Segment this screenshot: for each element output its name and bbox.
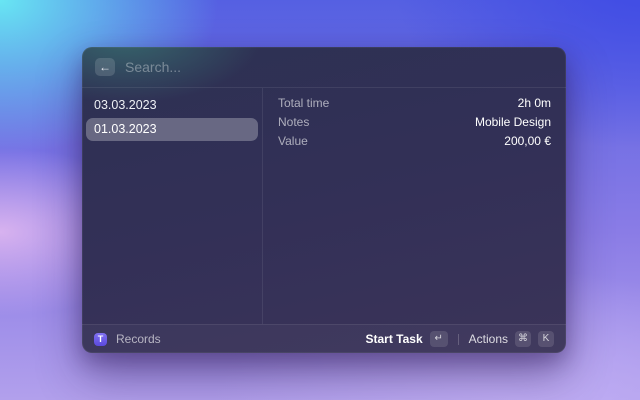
command-key-icon: ⌘ <box>515 331 531 347</box>
content-area: 03.03.2023 01.03.2023 Total time 2h 0m N… <box>82 88 566 324</box>
detail-label: Value <box>278 134 308 148</box>
back-button[interactable]: ← <box>95 58 115 76</box>
records-date-list: 03.03.2023 01.03.2023 <box>82 88 263 324</box>
detail-label: Notes <box>278 115 309 129</box>
extension-name: Records <box>116 332 161 346</box>
record-detail-panel: Total time 2h 0m Notes Mobile Design Val… <box>263 88 566 324</box>
command-palette-window: ← 03.03.2023 01.03.2023 Total time 2h 0m… <box>82 47 566 353</box>
action-bar: T Records Start Task ↵ Actions ⌘ K <box>82 324 566 353</box>
desktop-wallpaper: ← 03.03.2023 01.03.2023 Total time 2h 0m… <box>0 0 640 400</box>
detail-label: Total time <box>278 96 329 110</box>
extension-info: T Records <box>94 332 161 346</box>
list-item-date[interactable]: 03.03.2023 <box>86 94 258 117</box>
actions-menu-button[interactable]: Actions ⌘ K <box>469 331 554 347</box>
records-app-icon: T <box>94 333 107 346</box>
k-key-icon: K <box>538 331 554 347</box>
list-item-date-selected[interactable]: 01.03.2023 <box>86 118 258 141</box>
footer-separator <box>458 334 459 345</box>
actions-label: Actions <box>469 332 508 346</box>
detail-value: 2h 0m <box>518 96 551 110</box>
footer-actions: Start Task ↵ Actions ⌘ K <box>366 331 555 347</box>
detail-value: 200,00 € <box>504 134 551 148</box>
detail-value: Mobile Design <box>475 115 551 129</box>
detail-row-value: Value 200,00 € <box>278 131 551 150</box>
start-task-action[interactable]: Start Task ↵ <box>366 331 448 347</box>
search-input[interactable] <box>125 59 553 75</box>
app-icon-letter: T <box>98 335 104 344</box>
search-header: ← <box>82 47 566 88</box>
detail-row-total-time: Total time 2h 0m <box>278 93 551 112</box>
enter-key-icon: ↵ <box>430 331 448 347</box>
arrow-left-icon: ← <box>99 61 111 73</box>
detail-row-notes: Notes Mobile Design <box>278 112 551 131</box>
start-task-label: Start Task <box>366 332 423 346</box>
